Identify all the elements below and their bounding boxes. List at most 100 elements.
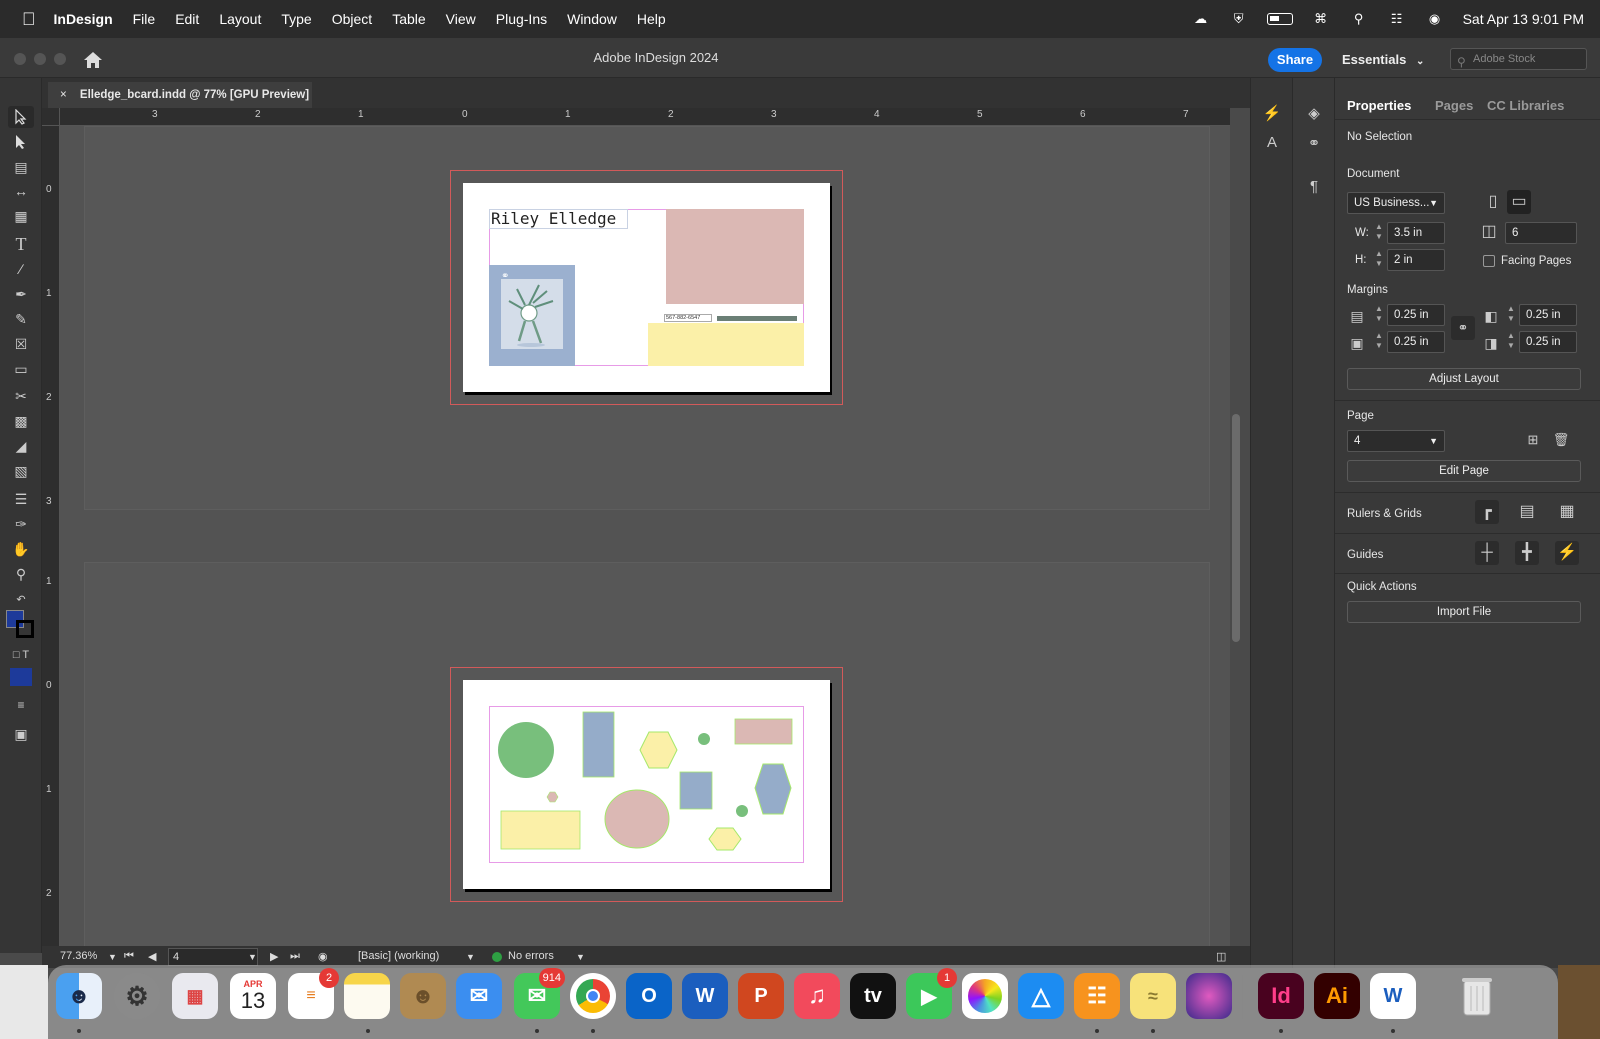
name-text-frame[interactable]: Riley Elledge bbox=[489, 209, 628, 229]
messages-icon[interactable]: ✉ 914 bbox=[514, 968, 565, 1019]
character-styles-icon[interactable]: A bbox=[1261, 134, 1283, 156]
pencil-tool-icon[interactable]: ✎ bbox=[8, 308, 34, 330]
first-page-icon[interactable]: ⏮ bbox=[124, 950, 134, 963]
eyedropper-tool-icon[interactable]: ✑ bbox=[8, 513, 34, 535]
illustrator-icon[interactable]: Ai bbox=[1314, 973, 1360, 1019]
lock-guides-icon[interactable]: ╋ bbox=[1515, 541, 1539, 565]
width-stepper[interactable]: ▲ ▼ bbox=[1371, 222, 1387, 244]
margin-bottom-field[interactable]: 0.25 in bbox=[1387, 331, 1445, 353]
system-settings-icon[interactable]: ⚙ bbox=[114, 973, 160, 1019]
adobe-stock-search-input[interactable]: ⚲ Adobe Stock bbox=[1450, 48, 1587, 70]
control-center-icon[interactable]: ☷ bbox=[1387, 11, 1407, 27]
rectangle-tool-icon[interactable]: ▭ bbox=[8, 358, 34, 380]
document-tab[interactable]: × Elledge_bcard.indd @ 77% [GPU Preview] bbox=[48, 82, 312, 108]
type-tool-icon[interactable]: T bbox=[8, 233, 34, 255]
calendar-icon[interactable]: APR 13 bbox=[230, 973, 276, 1019]
notes-icon[interactable] bbox=[344, 973, 390, 1019]
margin-top-field[interactable]: 0.25 in bbox=[1387, 304, 1445, 326]
launchpad-icon[interactable]: ▦ bbox=[172, 973, 218, 1019]
close-tab-icon[interactable]: × bbox=[60, 89, 67, 101]
facing-pages-checkbox[interactable] bbox=[1483, 255, 1495, 267]
tiny-pink-hexagon[interactable] bbox=[546, 791, 559, 803]
ruler-origin[interactable] bbox=[42, 108, 60, 126]
gap-tool-icon[interactable]: ↔ bbox=[8, 180, 34, 202]
yellow-rectangle[interactable] bbox=[500, 810, 581, 850]
link-margins-icon[interactable]: ⚭ bbox=[1451, 316, 1475, 340]
scissors-tool-icon[interactable]: ✂ bbox=[8, 385, 34, 407]
rectangle-frame-tool-icon[interactable]: ☒ bbox=[8, 333, 34, 355]
vertical-scrollbar[interactable] bbox=[1232, 414, 1240, 642]
blue-hexagon[interactable] bbox=[754, 763, 792, 815]
chevron-down-icon[interactable]: ▼ bbox=[576, 952, 585, 962]
page-card-front[interactable]: Riley Elledge ⚭ 567-882-6547 bbox=[463, 183, 830, 392]
share-button[interactable]: Share bbox=[1268, 48, 1322, 72]
margin-bottom-stepper[interactable]: ▲ ▼ bbox=[1371, 331, 1387, 353]
small-green-circle[interactable] bbox=[698, 733, 710, 745]
margin-top-stepper[interactable]: ▲ ▼ bbox=[1371, 304, 1387, 326]
vertical-ruler[interactable]: 0 1 2 3 1 0 1 2 bbox=[42, 108, 60, 956]
adjust-layout-button[interactable]: Adjust Layout bbox=[1347, 368, 1581, 390]
outlook-icon[interactable]: O bbox=[626, 973, 672, 1019]
pink-rectangle[interactable] bbox=[666, 209, 804, 304]
menu-view[interactable]: View bbox=[446, 11, 476, 27]
music-icon[interactable]: ♫ bbox=[794, 973, 840, 1019]
horizontal-ruler[interactable]: 3 2 1 0 1 2 3 4 5 6 7 bbox=[60, 108, 1230, 126]
cc-libraries-icon[interactable]: ⚡ bbox=[1261, 104, 1283, 126]
accent-line[interactable] bbox=[717, 316, 797, 321]
margin-right-stepper[interactable]: ▲ ▼ bbox=[1503, 331, 1519, 353]
split-window-icon[interactable]: ◫ bbox=[1216, 950, 1226, 963]
menu-file[interactable]: File bbox=[133, 11, 156, 27]
small-yellow-hexagon[interactable] bbox=[708, 827, 742, 851]
formatting-affects-container-icon[interactable]: □ T bbox=[8, 644, 34, 666]
number-of-pages-field[interactable]: 6 bbox=[1505, 222, 1577, 244]
chevron-down-icon[interactable]: ▼ bbox=[248, 952, 257, 962]
preflight-profile[interactable]: [Basic] (working) bbox=[358, 950, 439, 962]
line-tool-icon[interactable]: ∕ bbox=[8, 258, 34, 280]
menu-window[interactable]: Window bbox=[567, 11, 617, 27]
blue-square[interactable] bbox=[679, 771, 713, 810]
rulers-icon[interactable]: ┏ bbox=[1475, 500, 1499, 524]
apple-icon[interactable]:  bbox=[22, 9, 36, 30]
menu-layout[interactable]: Layout bbox=[219, 11, 261, 27]
yellow-hexagon[interactable] bbox=[639, 731, 678, 769]
note-tool-icon[interactable]: ☰ bbox=[8, 488, 34, 510]
document-preset-select[interactable]: US Business... ▼ bbox=[1347, 192, 1445, 214]
show-guides-icon[interactable]: ┼ bbox=[1475, 541, 1499, 565]
tab-pages[interactable]: Pages bbox=[1435, 98, 1473, 113]
page-number-field[interactable]: 4 bbox=[168, 948, 258, 966]
width-field[interactable]: 3.5 in bbox=[1387, 222, 1445, 244]
selection-tool-icon[interactable] bbox=[8, 106, 34, 128]
powerpoint-icon[interactable]: P bbox=[738, 973, 784, 1019]
logo-image-frame[interactable]: ⚭ bbox=[489, 265, 575, 366]
menu-object[interactable]: Object bbox=[332, 11, 372, 27]
workspace-switcher[interactable]: Essentials ⌄ bbox=[1342, 48, 1424, 72]
margin-right-field[interactable]: 0.25 in bbox=[1519, 331, 1577, 353]
reminders-icon[interactable]: ≡ 2 bbox=[288, 968, 339, 1019]
siri-icon[interactable]: ◉ bbox=[1425, 11, 1445, 27]
apply-color-icon[interactable] bbox=[10, 668, 32, 686]
pink-rectangle[interactable] bbox=[734, 718, 793, 745]
pink-circle[interactable] bbox=[604, 789, 670, 849]
view-options-icon[interactable]: ≡ bbox=[8, 694, 34, 716]
menu-table[interactable]: Table bbox=[392, 11, 425, 27]
next-page-icon[interactable]: ▶ bbox=[270, 950, 278, 963]
free-transform-tool-icon[interactable]: ▩ bbox=[8, 410, 34, 432]
wifi-icon[interactable]: ⌘ bbox=[1311, 11, 1331, 27]
page-tool-icon[interactable]: ▤ bbox=[8, 156, 34, 178]
preflight-errors[interactable]: No errors bbox=[508, 950, 554, 962]
phone-text-frame[interactable]: 567-882-6547 bbox=[664, 314, 712, 322]
stroke-color-swatch[interactable] bbox=[16, 620, 34, 638]
gradient-feather-tool-icon[interactable]: ▧ bbox=[8, 460, 34, 482]
margin-left-field[interactable]: 0.25 in bbox=[1519, 304, 1577, 326]
books-icon[interactable]: ☷ bbox=[1074, 973, 1120, 1019]
gradient-swatch-tool-icon[interactable]: ◢ bbox=[8, 435, 34, 457]
links-icon[interactable]: ⚭ bbox=[1303, 134, 1325, 156]
import-file-button[interactable]: Import File bbox=[1347, 601, 1581, 623]
menu-edit[interactable]: Edit bbox=[175, 11, 199, 27]
delete-page-icon[interactable]: 🗑 bbox=[1549, 428, 1573, 452]
page-select[interactable]: 4 ▼ bbox=[1347, 430, 1445, 452]
finder-icon[interactable]: ☻ bbox=[56, 973, 102, 1019]
edit-page-button[interactable]: Edit Page bbox=[1347, 460, 1581, 482]
previous-page-icon[interactable]: ◀ bbox=[148, 950, 156, 963]
trash-icon[interactable] bbox=[1454, 973, 1500, 1019]
